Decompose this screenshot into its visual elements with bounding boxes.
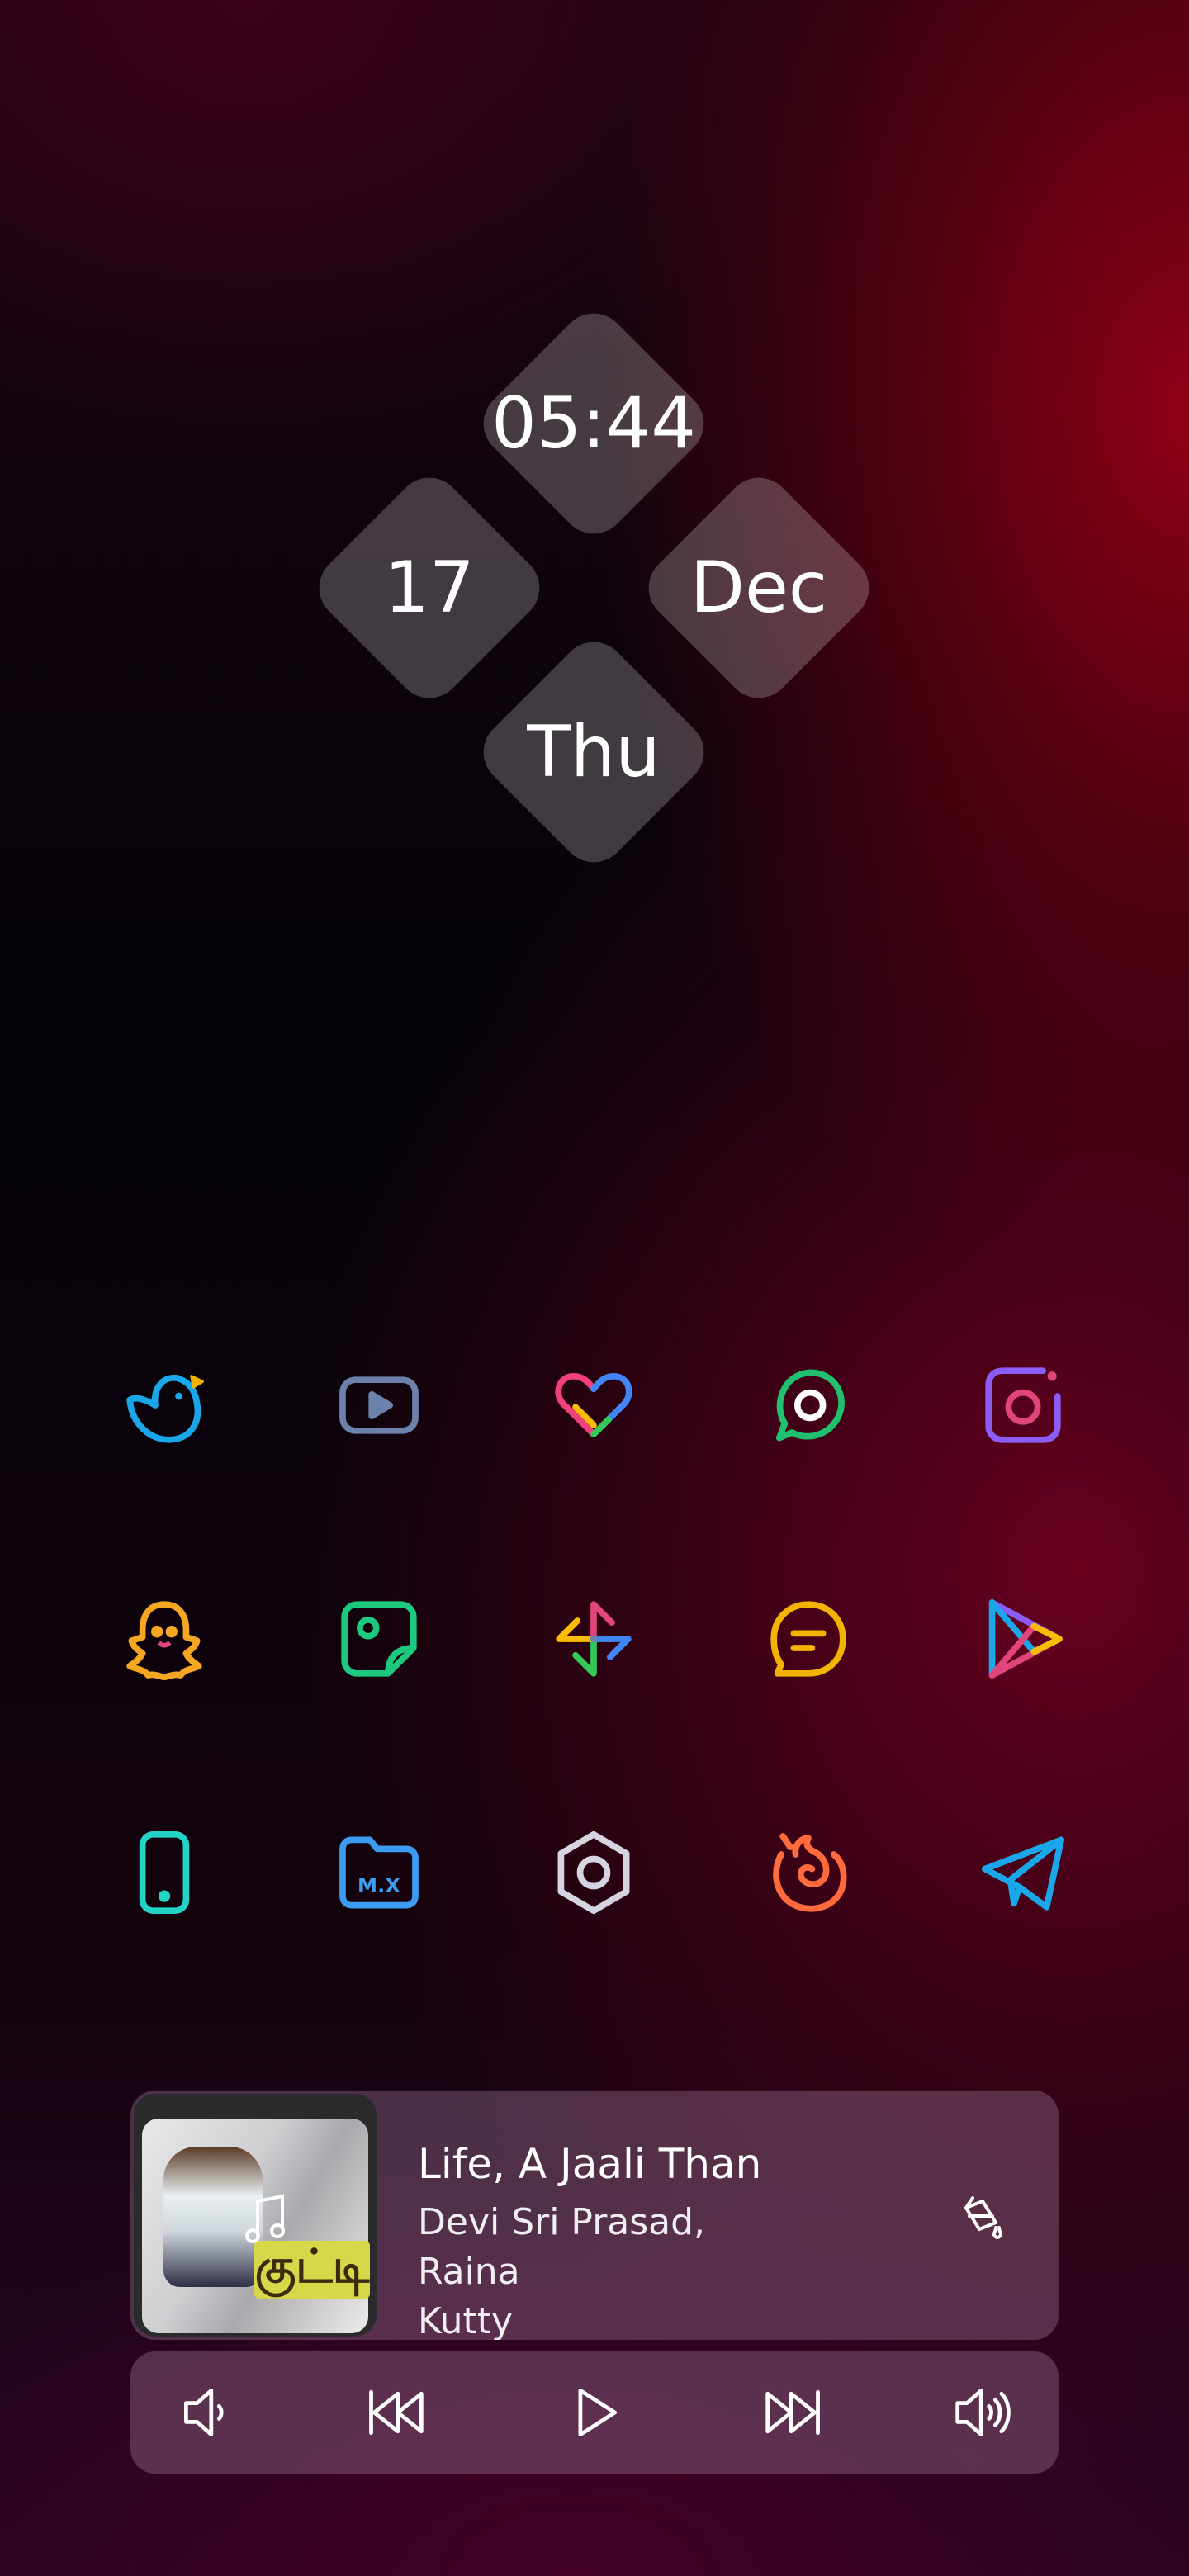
file-manager-icon[interactable]: M.X bbox=[329, 1823, 429, 1922]
phone-device-icon[interactable] bbox=[115, 1823, 214, 1922]
bird-app-icon[interactable] bbox=[115, 1356, 214, 1455]
next-button[interactable] bbox=[761, 2379, 827, 2446]
volume-up-button[interactable] bbox=[951, 2379, 1017, 2446]
playback-controls bbox=[130, 2351, 1059, 2474]
next-icon bbox=[765, 2389, 820, 2436]
volume-up-icon bbox=[955, 2389, 1011, 2436]
weekday-tile: Thu bbox=[470, 628, 718, 876]
whatsapp-icon[interactable] bbox=[759, 1356, 858, 1455]
song-title: Life, A Jaali Than bbox=[418, 2140, 762, 2188]
album-art[interactable]: குட்டி bbox=[134, 2094, 377, 2337]
song-artist: Devi Sri Prasad, Raina Kutty bbox=[418, 2198, 814, 2340]
music-note-icon bbox=[245, 2194, 285, 2243]
telegram-icon[interactable] bbox=[973, 1823, 1073, 1922]
media-player-card[interactable]: குட்டி Life, A Jaali Than Devi Sri Prasa… bbox=[130, 2091, 1059, 2340]
volume-down-icon bbox=[184, 2389, 224, 2436]
snapchat-ghost-icon[interactable] bbox=[115, 1589, 214, 1688]
svg-text:M.X: M.X bbox=[358, 1874, 400, 1897]
clock-weekday: Thu bbox=[527, 711, 661, 793]
volume-down-button[interactable] bbox=[175, 2379, 241, 2446]
previous-icon bbox=[369, 2389, 424, 2436]
firefox-icon[interactable] bbox=[759, 1823, 858, 1922]
play-icon bbox=[578, 2389, 618, 2436]
instagram-icon[interactable] bbox=[973, 1356, 1073, 1455]
clock-month: Dec bbox=[689, 547, 828, 629]
song-artist-line-2: Kutty bbox=[418, 2300, 514, 2340]
play-button[interactable] bbox=[561, 2379, 628, 2446]
previous-button[interactable] bbox=[362, 2379, 428, 2446]
clock-time: 05:44 bbox=[491, 382, 696, 465]
pinwheel-photos-icon[interactable] bbox=[544, 1589, 643, 1688]
youtube-icon[interactable] bbox=[329, 1356, 429, 1455]
heart-fitness-icon[interactable] bbox=[544, 1356, 643, 1455]
settings-hex-icon[interactable] bbox=[544, 1823, 643, 1922]
paint-bucket-icon[interactable] bbox=[955, 2190, 1007, 2242]
gallery-icon[interactable] bbox=[329, 1589, 429, 1688]
album-art-title: குட்டி bbox=[254, 2240, 370, 2299]
messages-icon[interactable] bbox=[759, 1589, 858, 1688]
song-artist-line-1: Devi Sri Prasad, Raina bbox=[418, 2201, 706, 2293]
clock-day: 17 bbox=[384, 547, 475, 629]
play-store-icon[interactable] bbox=[973, 1589, 1073, 1688]
